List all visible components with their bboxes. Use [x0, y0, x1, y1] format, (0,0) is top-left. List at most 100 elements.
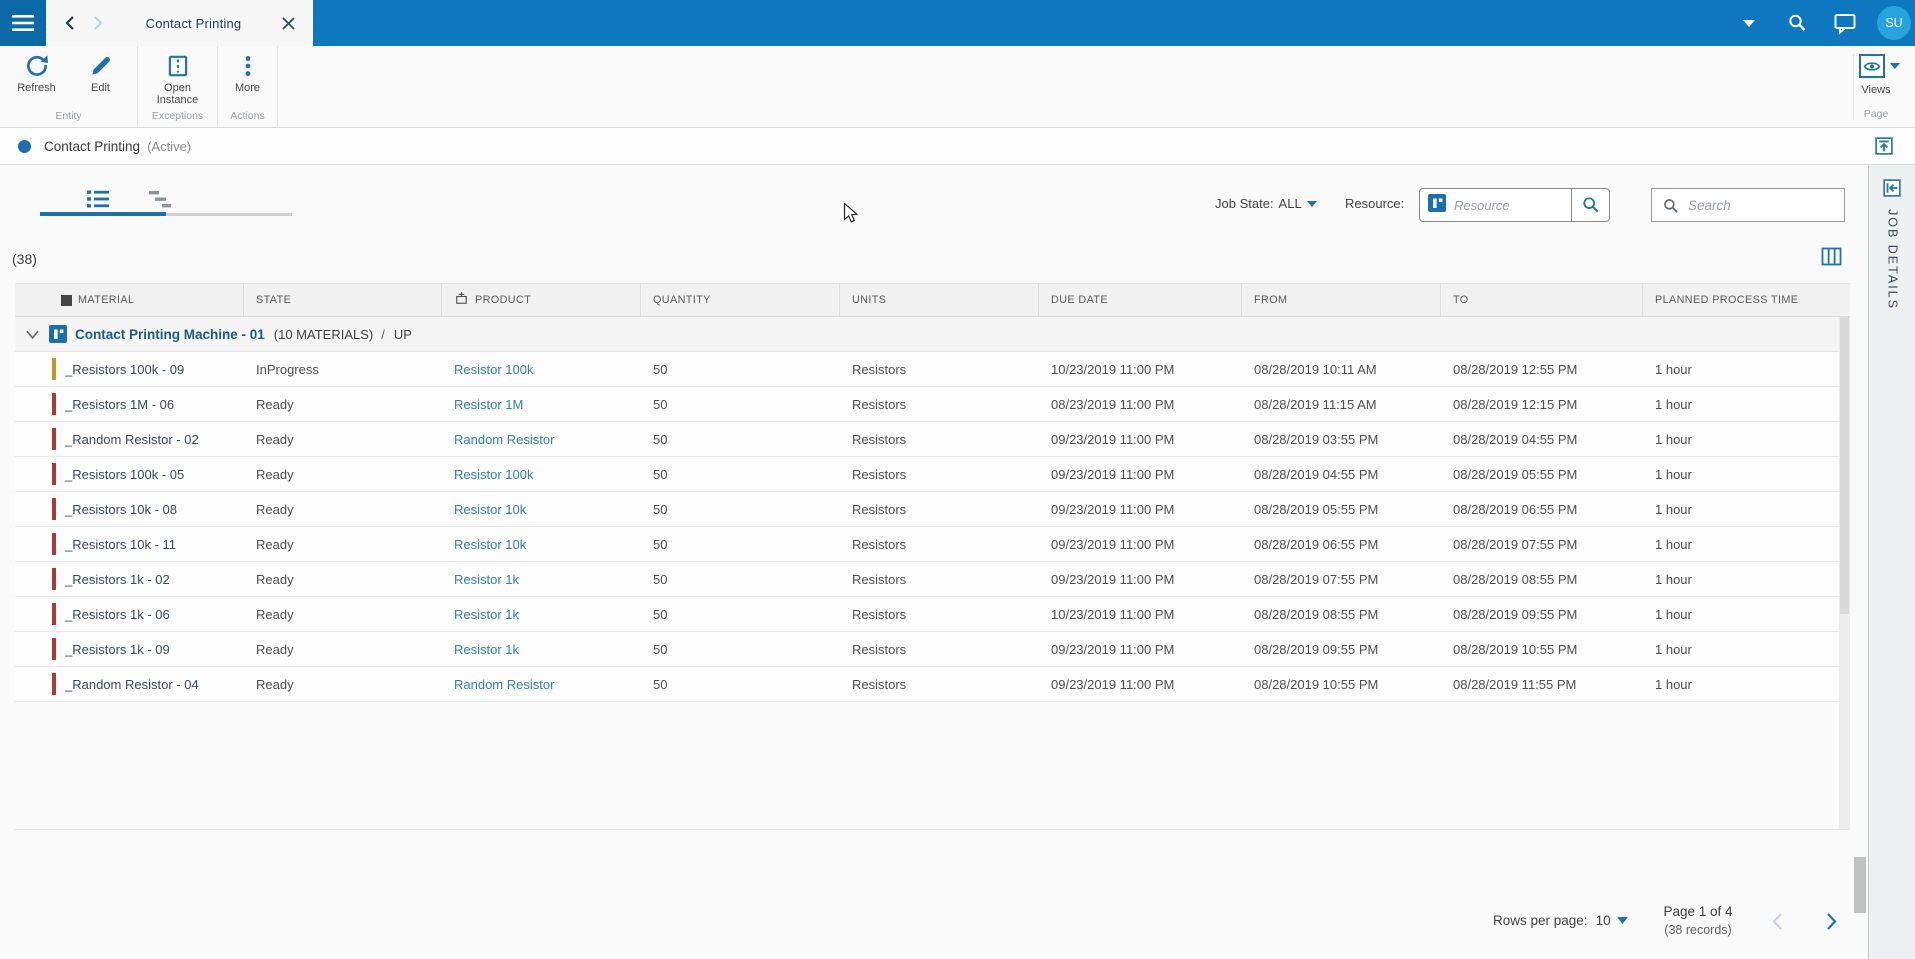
from-cell: 08/28/2019 10:11 AM: [1254, 361, 1377, 377]
resource-group-row[interactable]: Contact Printing Machine - 01 (10 MATERI…: [15, 317, 1850, 352]
global-search-button[interactable]: [1773, 0, 1821, 46]
search-icon: [1664, 199, 1678, 213]
table-row[interactable]: _Resistors 100k - 09 InProgress Resistor 1…: [15, 352, 1850, 387]
search-input[interactable]: [1652, 189, 1844, 221]
table-row[interactable]: _Random Resistor - 02 Ready Random Resisto…: [15, 422, 1850, 457]
resource-icon: [1428, 193, 1446, 217]
group-resource-name[interactable]: Contact Printing Machine - 01: [75, 327, 265, 342]
rows-per-page-control[interactable]: Rows per page: 10: [1493, 913, 1628, 928]
hamburger-menu-button[interactable]: [0, 0, 46, 46]
table-row[interactable]: _Resistors 1k - 02 Ready Resistor 1k 50 Resi…: [15, 562, 1850, 597]
rows-per-page-value[interactable]: 10: [1596, 913, 1611, 928]
product-link[interactable]: Random Resistor: [454, 677, 554, 692]
product-link[interactable]: Random Resistor: [454, 432, 554, 447]
records-count-text: (38 records): [1664, 923, 1732, 937]
resource-input[interactable]: [1454, 189, 1571, 221]
table-scrollbar-thumb[interactable]: [1840, 317, 1849, 614]
table-row[interactable]: _Resistors 1k - 09 Ready Resistor 1k 50 Resi…: [15, 632, 1850, 667]
refresh-icon: [26, 55, 48, 76]
product-link[interactable]: Resistor 10k: [454, 502, 526, 517]
table-row[interactable]: _Resistors 100k - 05 Ready Resistor 100k 50…: [15, 457, 1850, 492]
collapse-header-button[interactable]: [1874, 136, 1894, 156]
top-bar: Contact Printing SU: [0, 0, 1915, 46]
due-date-cell: 09/23/2019 11:00 PM: [1051, 571, 1175, 587]
table-row[interactable]: _Resistors 10k - 11 Ready Resistor 10k 50 Re…: [15, 527, 1850, 562]
table-scrollbar[interactable]: [1839, 317, 1850, 829]
chevron-down-icon: [26, 330, 39, 339]
product-link[interactable]: Resistor 1k: [454, 572, 519, 587]
due-date-cell: 09/23/2019 11:00 PM: [1051, 501, 1175, 517]
back-button[interactable]: [58, 10, 84, 36]
column-chooser-button[interactable]: [1821, 247, 1842, 271]
topbar-dropdown-button[interactable]: [1725, 0, 1773, 46]
tab-contact-printing[interactable]: Contact Printing: [46, 0, 313, 46]
search-icon: [1582, 197, 1599, 213]
row-indicator-bar: [52, 428, 56, 450]
material-name: _Resistors 10k - 11: [65, 536, 177, 552]
product-link[interactable]: Resistor 10k: [454, 537, 526, 552]
page-scrollbar-thumb[interactable]: [1854, 857, 1866, 913]
edit-button[interactable]: Edit: [71, 53, 131, 110]
column-header-quantity[interactable]: QUANTITY: [641, 284, 840, 316]
previous-page-button[interactable]: [1771, 912, 1784, 936]
table-row[interactable]: _Resistors 1k - 06 Ready Resistor 1k 50 Resi…: [15, 597, 1850, 632]
more-button[interactable]: More: [221, 53, 275, 110]
planned-process-time-cell: 1 hour: [1655, 396, 1692, 412]
panel-expand-button[interactable]: [1882, 178, 1902, 203]
table-row[interactable]: _Random Resistor - 04 Ready Random Resisto…: [15, 667, 1850, 702]
product-cell: Resistor 1k: [442, 607, 641, 622]
next-page-button[interactable]: [1825, 912, 1838, 936]
resource-icon: [49, 325, 67, 343]
open-instance-button[interactable]: Open Instance: [145, 53, 211, 110]
row-indicator-bar: [52, 603, 56, 625]
product-link[interactable]: Resistor 100k: [454, 467, 533, 482]
job-state-filter[interactable]: Job State: ALL: [1215, 196, 1317, 211]
group-separator: /: [381, 326, 385, 342]
row-indicator-bar: [52, 568, 56, 590]
refresh-button[interactable]: Refresh: [7, 53, 67, 110]
product-cell: Resistor 100k: [442, 362, 641, 377]
product-link[interactable]: Resistor 1k: [454, 607, 519, 622]
forward-button[interactable]: [84, 10, 110, 36]
views-button[interactable]: [1859, 54, 1900, 78]
units-cell: Resistors: [852, 361, 907, 377]
column-header-units[interactable]: UNITS: [840, 284, 1039, 316]
table-row[interactable]: _Resistors 1M - 06 Ready Resistor 1M 50 Resi…: [15, 387, 1850, 422]
feedback-button[interactable]: [1821, 0, 1869, 46]
product-link[interactable]: Resistor 1k: [454, 642, 519, 657]
tab-close-button[interactable]: [277, 12, 299, 34]
units-cell: Resistors: [852, 641, 907, 657]
material-icon: [61, 294, 72, 306]
ribbon-group-label-exceptions: Exceptions: [151, 110, 204, 122]
planned-process-time-cell: 1 hour: [1655, 676, 1692, 692]
product-link[interactable]: Resistor 100k: [454, 362, 533, 377]
active-view-underline: [40, 212, 166, 216]
column-header-due-date[interactable]: DUE DATE: [1039, 284, 1242, 316]
table-row[interactable]: _Resistors 10k - 08 Ready Resistor 10k 50 Re…: [15, 492, 1850, 527]
column-header-state[interactable]: STATE: [244, 284, 442, 316]
edit-icon: [91, 56, 110, 75]
page-info: Page 1 of 4 (38 records): [1653, 902, 1743, 940]
material-name: _Random Resistor - 04: [65, 676, 199, 692]
material-cell: _Random Resistor - 04: [49, 673, 244, 695]
chevron-down-icon: [1890, 63, 1900, 69]
material-cell: _Resistors 100k - 05: [49, 463, 244, 485]
job-details-panel[interactable]: JOB DETAILS: [1868, 165, 1915, 959]
group-collapse-button[interactable]: [25, 328, 40, 341]
column-header-product[interactable]: PRODUCT: [442, 284, 641, 316]
column-header-to[interactable]: TO: [1441, 284, 1643, 316]
mouse-cursor: [843, 203, 859, 223]
avatar[interactable]: SU: [1877, 6, 1911, 40]
product-link[interactable]: Resistor 1M: [454, 397, 523, 412]
column-header-from[interactable]: FROM: [1242, 284, 1441, 316]
planned-process-time-cell: 1 hour: [1655, 431, 1692, 447]
material-cell: _Resistors 1k - 09: [49, 638, 244, 660]
column-header-planned-process-time[interactable]: PLANNED PROCESS TIME: [1643, 284, 1850, 316]
ribbon-page-group: Views Page: [1853, 46, 1915, 128]
resource-search-button[interactable]: [1571, 189, 1609, 221]
record-count: (38): [12, 251, 37, 267]
quantity-cell: 50: [653, 396, 668, 412]
open-instance-label: Open Instance: [156, 82, 199, 106]
quantity-cell: 50: [653, 571, 668, 587]
column-header-material[interactable]: MATERIAL: [49, 284, 244, 316]
